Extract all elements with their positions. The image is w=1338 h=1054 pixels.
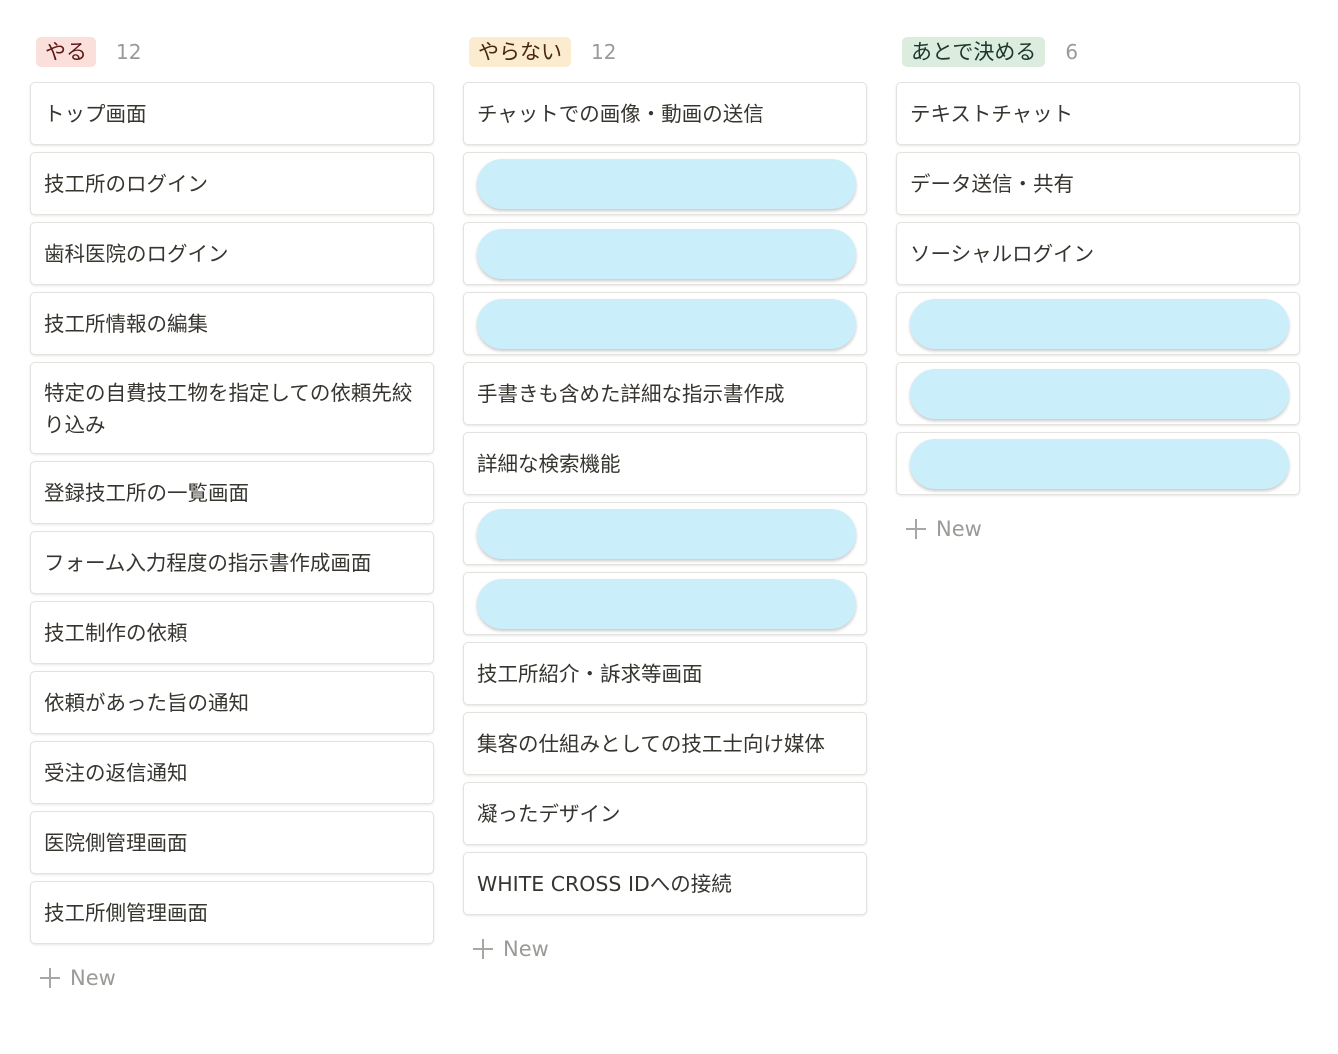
- card[interactable]: 歯科医院のログイン: [30, 222, 434, 285]
- new-card-button[interactable]: New: [896, 513, 1300, 545]
- new-label: New: [70, 966, 116, 990]
- card-redacted[interactable]: [463, 502, 867, 565]
- card-redacted[interactable]: [896, 362, 1300, 425]
- card[interactable]: 特定の自費技工物を指定しての依頼先絞り込み: [30, 362, 434, 454]
- card-title: 歯科医院のログイン: [44, 241, 229, 266]
- column-header[interactable]: やる 12: [30, 34, 434, 70]
- card-title: ソーシャルログイン: [910, 241, 1095, 266]
- card-title: データ送信・共有: [910, 171, 1074, 196]
- new-card-button[interactable]: New: [463, 933, 867, 965]
- card-title: 手書きも含めた詳細な指示書作成: [477, 381, 785, 406]
- card[interactable]: 詳細な検索機能: [463, 432, 867, 495]
- new-card-button[interactable]: New: [30, 962, 434, 994]
- redaction-overlay: [477, 298, 856, 349]
- card-title: 受注の返信通知: [44, 760, 188, 785]
- card[interactable]: 手書きも含めた詳細な指示書作成: [463, 362, 867, 425]
- card-redacted[interactable]: [896, 432, 1300, 495]
- column-dont: やらない 12 チャットでの画像・動画の送信 手書きも含めた詳細な指示書作成 詳…: [463, 34, 867, 994]
- redaction-overlay: [910, 438, 1289, 489]
- card[interactable]: 技工所側管理画面: [30, 881, 434, 944]
- card-title: 技工所のログイン: [44, 171, 208, 196]
- column-do: やる 12 トップ画面 技工所のログイン 歯科医院のログイン 技工所情報の編集 …: [30, 34, 434, 994]
- card-redacted[interactable]: [463, 292, 867, 355]
- card-title: テキストチャット: [910, 101, 1074, 126]
- status-tag-do[interactable]: やる: [36, 37, 96, 67]
- card-title: 技工制作の依頼: [44, 620, 188, 645]
- card-count: 12: [591, 40, 617, 64]
- column-header[interactable]: あとで決める 6: [896, 34, 1300, 70]
- status-tag-later[interactable]: あとで決める: [902, 37, 1046, 67]
- card[interactable]: 技工制作の依頼: [30, 601, 434, 664]
- column-header[interactable]: やらない 12: [463, 34, 867, 70]
- card-count: 12: [116, 40, 142, 64]
- plus-icon: [906, 519, 926, 539]
- card[interactable]: ソーシャルログイン: [896, 222, 1300, 285]
- card-title: 凝ったデザイン: [477, 801, 621, 826]
- redaction-overlay: [477, 228, 856, 279]
- card-title: トップ画面: [44, 101, 147, 126]
- card-title: 技工所情報の編集: [44, 311, 208, 336]
- card[interactable]: 登録技工所の一覧画面: [30, 461, 434, 524]
- plus-icon: [40, 968, 60, 988]
- card-title: フォーム入力程度の指示書作成画面: [44, 550, 372, 575]
- card-redacted[interactable]: [896, 292, 1300, 355]
- card[interactable]: チャットでの画像・動画の送信: [463, 82, 867, 145]
- card[interactable]: 技工所情報の編集: [30, 292, 434, 355]
- card[interactable]: WHITE CROSS IDへの接続: [463, 852, 867, 915]
- card-title: 特定の自費技工物を指定しての依頼先絞り込み: [44, 381, 413, 437]
- redaction-overlay: [910, 298, 1289, 349]
- card[interactable]: 集客の仕組みとしての技工士向け媒体: [463, 712, 867, 775]
- redaction-overlay: [910, 368, 1289, 419]
- card[interactable]: トップ画面: [30, 82, 434, 145]
- card[interactable]: 受注の返信通知: [30, 741, 434, 804]
- kanban-board: やる 12 トップ画面 技工所のログイン 歯科医院のログイン 技工所情報の編集 …: [30, 34, 1300, 994]
- card-count: 6: [1065, 40, 1079, 64]
- card[interactable]: 医院側管理画面: [30, 811, 434, 874]
- column-later: あとで決める 6 テキストチャット データ送信・共有 ソーシャルログイン New: [896, 34, 1300, 994]
- card[interactable]: 凝ったデザイン: [463, 782, 867, 845]
- card-title: 技工所紹介・訴求等画面: [477, 661, 703, 686]
- card-title: 集客の仕組みとしての技工士向け媒体: [477, 731, 825, 756]
- card[interactable]: 技工所のログイン: [30, 152, 434, 215]
- card-title: チャットでの画像・動画の送信: [477, 101, 764, 126]
- card[interactable]: フォーム入力程度の指示書作成画面: [30, 531, 434, 594]
- card[interactable]: データ送信・共有: [896, 152, 1300, 215]
- card-title: 技工所側管理画面: [44, 900, 208, 925]
- card-title: 医院側管理画面: [44, 830, 188, 855]
- new-label: New: [936, 517, 982, 541]
- redaction-overlay: [477, 578, 856, 629]
- status-tag-dont[interactable]: やらない: [469, 37, 571, 67]
- card[interactable]: 依頼があった旨の通知: [30, 671, 434, 734]
- plus-icon: [473, 939, 493, 959]
- new-label: New: [503, 937, 549, 961]
- redaction-overlay: [477, 158, 856, 209]
- card-title: 登録技工所の一覧画面: [44, 480, 249, 505]
- card-redacted[interactable]: [463, 572, 867, 635]
- card-redacted[interactable]: [463, 222, 867, 285]
- card-redacted[interactable]: [463, 152, 867, 215]
- card-title: 詳細な検索機能: [477, 451, 621, 476]
- redaction-overlay: [477, 508, 856, 559]
- card-title: 依頼があった旨の通知: [44, 690, 249, 715]
- card-title: WHITE CROSS IDへの接続: [477, 871, 732, 896]
- card[interactable]: テキストチャット: [896, 82, 1300, 145]
- card[interactable]: 技工所紹介・訴求等画面: [463, 642, 867, 705]
